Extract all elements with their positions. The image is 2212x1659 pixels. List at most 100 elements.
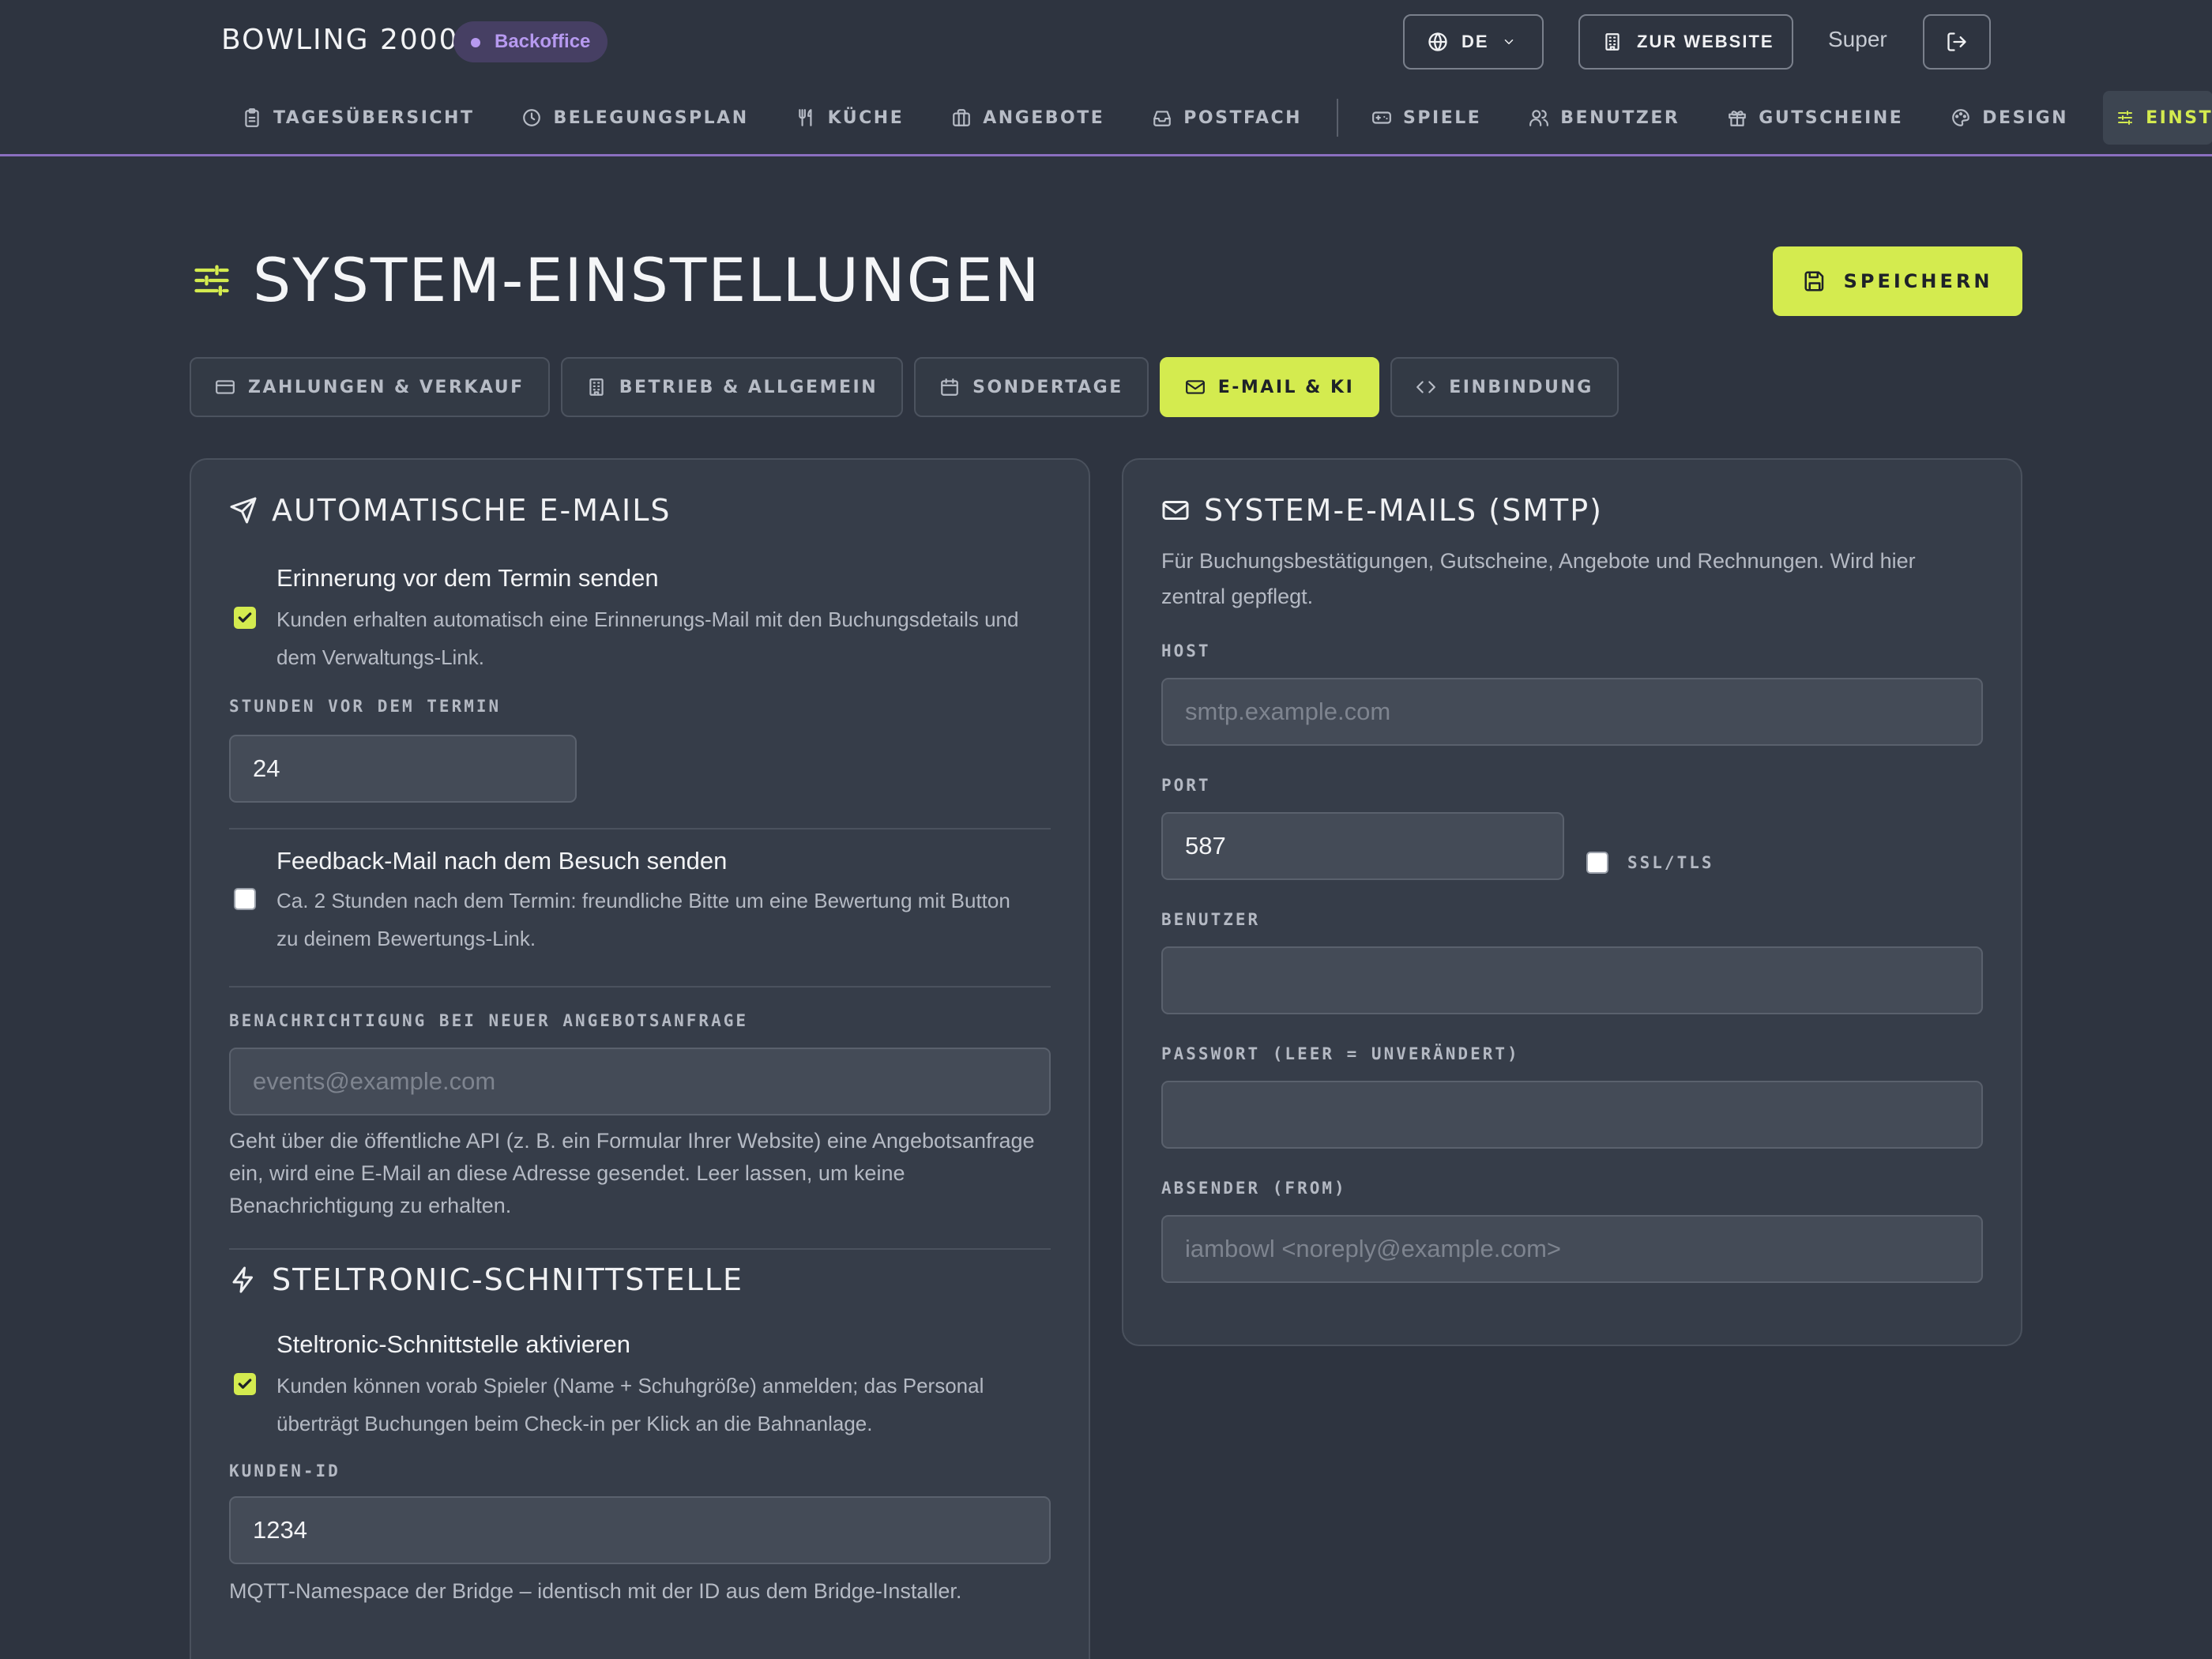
steltronic-enable-title: Steltronic-Schnittstelle aktivieren	[276, 1330, 630, 1358]
tab-email-ki[interactable]: E-MAIL & KI	[1159, 357, 1380, 417]
nav-item-belegungsplan[interactable]: BELEGUNGSPLAN	[509, 91, 761, 145]
credit-card-icon	[216, 380, 235, 394]
customer-id-input[interactable]	[229, 1496, 1051, 1564]
nav-label: BENUTZER	[1560, 107, 1680, 128]
logout-button[interactable]	[1923, 14, 1991, 70]
save-button-label: SPEICHERN	[1843, 270, 1993, 292]
status-dot	[471, 38, 480, 47]
steltronic-enable-checkbox[interactable]	[234, 1373, 256, 1395]
inbox-icon	[1153, 111, 1172, 126]
nav-label: DESIGN	[1982, 107, 2069, 128]
nav-item-kueche[interactable]: KÜCHE	[784, 91, 917, 145]
smtp-description: Für Buchungsbestätigungen, Gutscheine, A…	[1161, 544, 1991, 615]
nav-item-spiele[interactable]: SPIELE	[1359, 91, 1494, 145]
feedback-checkbox[interactable]	[234, 888, 256, 910]
logout-icon	[1947, 32, 1966, 51]
from-input[interactable]	[1161, 1215, 1983, 1283]
steltronic-heading: STELTRONIC-SCHNITTSTELLE	[229, 1262, 743, 1297]
gift-icon	[1729, 111, 1747, 126]
smtp-card: SYSTEM-E-MAILS (SMTP) Für Buchungsbestät…	[1122, 458, 2022, 1346]
globe-icon	[1428, 32, 1447, 51]
tab-sondertage[interactable]: SONDERTAGE	[914, 357, 1149, 417]
password-label: PASSWORT (LEER = UNVERÄNDERT)	[1161, 1044, 1520, 1063]
page-title: SYSTEM-EINSTELLUNGEN	[253, 245, 1041, 315]
check-icon	[238, 612, 252, 623]
sliders-icon	[2118, 110, 2133, 126]
tab-einbindung[interactable]: EINBINDUNG	[1390, 357, 1619, 417]
gamepad-icon	[1372, 111, 1391, 124]
mail-icon	[1162, 501, 1189, 520]
help-line: Geht über die öffentliche API (z. B. ein…	[229, 1129, 1035, 1153]
host-input[interactable]	[1161, 678, 1983, 746]
nav-item-gutscheine[interactable]: GUTSCHEINE	[1714, 91, 1916, 145]
check-icon	[238, 1379, 252, 1389]
desc-line: dem Verwaltungs-Link.	[276, 645, 485, 669]
tab-label: EINBINDUNG	[1449, 377, 1593, 397]
reminder-title: Erinnerung vor dem Termin senden	[276, 564, 659, 592]
building-icon	[1605, 33, 1620, 51]
hours-input[interactable]	[229, 735, 577, 803]
user-name: Super	[1828, 27, 1887, 51]
tab-label: BETRIEB & ALLGEMEIN	[619, 377, 878, 397]
tab-zahlungen[interactable]: ZAHLUNGEN & VERKAUF	[190, 357, 550, 417]
save-button[interactable]: SPEICHERN	[1773, 246, 2022, 316]
nav-item-postfach[interactable]: POSTFACH	[1139, 91, 1315, 145]
language-select[interactable]: DE	[1403, 14, 1544, 70]
help-line: Benachrichtigung zu erhalten.	[229, 1194, 512, 1217]
desc-line: Ca. 2 Stunden nach dem Termin: freundlic…	[276, 889, 1010, 912]
clock-icon	[523, 109, 541, 126]
user-label: BENUTZER	[1161, 910, 1261, 929]
port-input[interactable]	[1161, 812, 1564, 880]
smtp-heading: SYSTEM-E-MAILS (SMTP)	[1161, 493, 1603, 528]
building-icon	[589, 378, 604, 396]
nav-label: SPIELE	[1403, 107, 1482, 128]
password-input[interactable]	[1161, 1081, 1983, 1149]
nav-item-design[interactable]: DESIGN	[1938, 91, 2081, 145]
lightning-icon	[232, 1266, 253, 1293]
desc-line: Für Buchungsbestätigungen, Gutscheine, A…	[1161, 549, 1916, 573]
tab-label: SONDERTAGE	[972, 377, 1123, 397]
reminder-description: Kunden erhalten automatisch eine Erinner…	[276, 600, 1066, 676]
nav-label: EINST	[2146, 107, 2212, 128]
help-line: ein, wird eine E-Mail an diese Adresse g…	[229, 1161, 905, 1185]
main-nav: TAGESÜBERSICHT BELEGUNGSPLAN KÜCHE ANGEB…	[229, 91, 2212, 145]
auto-emails-heading: AUTOMATISCHE E-MAILS	[229, 493, 672, 528]
nav-item-benutzer[interactable]: BENUTZER	[1516, 91, 1692, 145]
website-button[interactable]: ZUR WEBSITE	[1578, 14, 1793, 70]
notify-email-input[interactable]	[229, 1048, 1051, 1115]
send-icon	[230, 497, 257, 524]
tab-betrieb[interactable]: BETRIEB & ALLGEMEIN	[560, 357, 904, 417]
clipboard-icon	[245, 108, 259, 127]
reminder-checkbox[interactable]	[234, 607, 256, 629]
notify-help-text: Geht über die öffentliche API (z. B. ein…	[229, 1125, 1059, 1222]
desc-line: überträgt Buchungen beim Check-in per Kl…	[276, 1412, 873, 1435]
nav-label: BELEGUNGSPLAN	[553, 107, 749, 128]
nav-item-tagesuebersicht[interactable]: TAGESÜBERSICHT	[229, 91, 487, 145]
top-header: BOWLING 2000 Backoffice DE ZUR WEBSITE S…	[0, 0, 2212, 156]
save-icon	[1804, 271, 1823, 292]
ssl-tls-checkbox[interactable]	[1586, 852, 1608, 874]
users-icon	[1529, 110, 1549, 126]
host-label: HOST	[1161, 641, 1211, 660]
feedback-description: Ca. 2 Stunden nach dem Termin: freundlic…	[276, 882, 1066, 957]
customer-id-help: MQTT-Namespace der Bridge – identisch mi…	[229, 1579, 962, 1603]
language-label: DE	[1462, 32, 1489, 51]
nav-item-angebote[interactable]: ANGEBOTE	[939, 91, 1117, 145]
calendar-icon	[941, 378, 958, 396]
brand-logo[interactable]: BOWLING 2000	[221, 24, 459, 56]
settings-tabs: ZAHLUNGEN & VERKAUF BETRIEB & ALLGEMEIN …	[190, 357, 1619, 417]
smtp-user-input[interactable]	[1161, 946, 1983, 1014]
desc-line: zu deinem Bewertungs-Link.	[276, 927, 536, 950]
customer-id-label: KUNDEN-ID	[229, 1462, 340, 1480]
desc-line: zentral gepflegt.	[1161, 585, 1314, 608]
page-header: SYSTEM-EINSTELLUNGEN	[191, 245, 1040, 315]
backoffice-badge: Backoffice	[453, 21, 608, 62]
section-title: AUTOMATISCHE E-MAILS	[272, 493, 672, 528]
section-title: STELTRONIC-SCHNITTSTELLE	[272, 1262, 743, 1297]
palette-icon	[1952, 109, 1970, 126]
nav-label: KÜCHE	[827, 107, 905, 128]
tab-label: E-MAIL & KI	[1217, 377, 1355, 397]
nav-divider	[1337, 99, 1339, 137]
nav-item-einstellungen[interactable]: EINST	[2103, 91, 2212, 145]
desc-line: Kunden können vorab Spieler (Name + Schu…	[276, 1374, 984, 1398]
